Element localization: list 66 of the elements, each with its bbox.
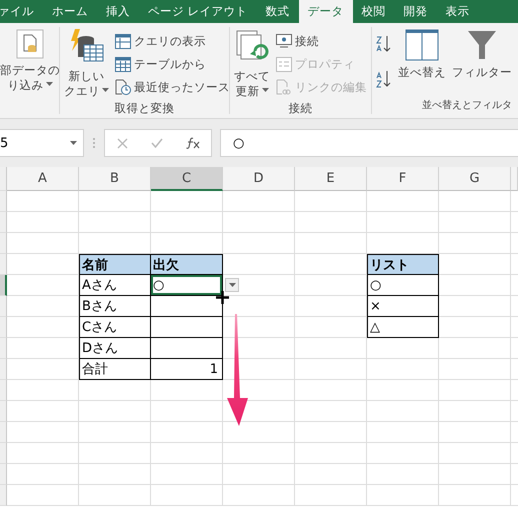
header-cell: 出欠 (151, 254, 223, 275)
ribbon-button[interactable]: テーブルから (115, 54, 230, 74)
ribbon-button[interactable]: クエリの表示 (115, 31, 230, 51)
ribbon-button[interactable]: 新しい クエリ (64, 27, 109, 101)
properties-icon (276, 56, 292, 72)
monitor-icon (276, 34, 292, 48)
column-header[interactable] (511, 167, 518, 191)
column-header[interactable]: E (295, 167, 367, 191)
column-header[interactable]: B (79, 167, 151, 191)
ribbon-button[interactable]: すべて 更新 (234, 27, 270, 101)
table-icon (115, 56, 131, 72)
table-cell: × (367, 296, 439, 317)
group-label: 並べ替えとフィルタ (421, 98, 513, 113)
ribbon-tab[interactable]: 校閲 (352, 0, 395, 23)
column-header[interactable]: D (223, 167, 295, 191)
header-cell: 名前 (79, 254, 151, 275)
table-cell[interactable] (151, 338, 223, 359)
document-icon (16, 29, 44, 59)
table-cell[interactable]: 1 (151, 359, 223, 380)
ribbon-button[interactable]: 接続 (276, 31, 367, 51)
table-cell: Aさん (79, 275, 151, 296)
header-cell: リスト (367, 254, 439, 275)
cancel-icon[interactable] (116, 138, 128, 148)
table-cell: △ (367, 317, 439, 338)
table-cell: 合計 (79, 359, 151, 380)
column-header[interactable]: F (367, 167, 439, 191)
formula-field[interactable]: ○ (220, 129, 518, 157)
ribbon-tab[interactable]: 挿入 (97, 0, 139, 23)
funnel-icon (467, 29, 497, 61)
group-label: 接続 (288, 101, 314, 116)
crosshair-cursor-icon (216, 291, 229, 304)
column-header[interactable]: G (439, 167, 511, 191)
group-label: 取得と変換 (114, 101, 176, 116)
table-cell[interactable]: ○ (151, 275, 223, 296)
ribbon-button[interactable]: 部データの り込み (0, 27, 60, 95)
table-cell[interactable] (151, 317, 223, 338)
caret-icon (70, 141, 77, 145)
ribbon-tab[interactable]: 表示 (436, 0, 479, 23)
ribbon-tab[interactable]: ページ レイアウト (139, 0, 257, 23)
ribbon-tab[interactable]: 数式 (256, 0, 299, 23)
select-all-button[interactable] (0, 167, 7, 191)
ribbon-tab[interactable]: ァイル (0, 0, 43, 23)
name-box[interactable]: 5 (0, 129, 84, 157)
clock-icon (115, 79, 131, 95)
column-header[interactable]: C (151, 167, 223, 191)
ribbon-button[interactable]: 最近使ったソース (115, 77, 230, 97)
sort-icon (405, 29, 439, 61)
table-cell: Bさん (79, 296, 151, 317)
table-cell: Cさん (79, 317, 151, 338)
function-icon[interactable] (186, 137, 200, 149)
ribbon-button[interactable]: 並べ替え (398, 27, 446, 82)
table-icon (115, 34, 131, 48)
ribbon-tab[interactable]: ホーム (43, 0, 97, 23)
ribbon-tab[interactable]: データ (298, 0, 353, 23)
grip-icon (92, 136, 96, 150)
link-icon (276, 79, 292, 95)
dropdown-button[interactable] (225, 278, 239, 292)
caret-icon (228, 283, 236, 287)
ribbon-button[interactable]: フィルター (452, 27, 512, 82)
column-header[interactable]: A (7, 167, 79, 191)
table-cell: Dさん (79, 338, 151, 359)
name-box-text: 5 (0, 136, 8, 150)
ribbon-tab[interactable]: 開発 (394, 0, 437, 23)
row-header[interactable] (0, 275, 7, 296)
table-cell: ○ (367, 275, 439, 296)
check-icon[interactable] (150, 138, 162, 148)
